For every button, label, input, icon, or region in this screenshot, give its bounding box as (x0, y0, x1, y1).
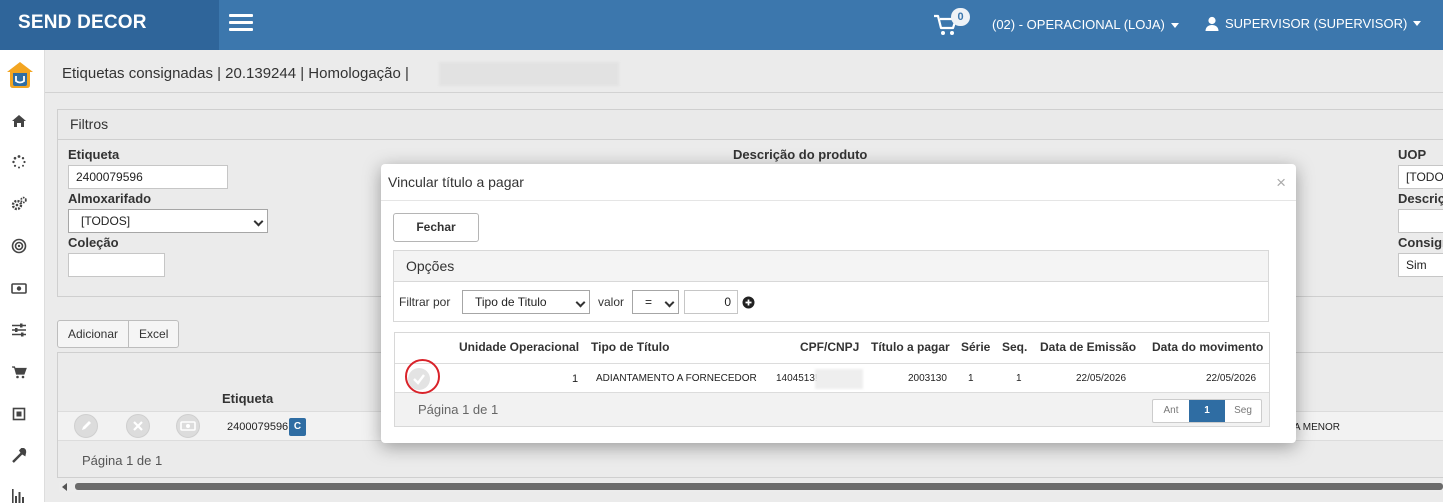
almoxarifado-select[interactable]: [TODOS] (68, 209, 268, 233)
filtrar-por-value: Tipo de Titulo (475, 295, 547, 309)
col-unidade-operacional: Unidade Operacional (459, 340, 580, 354)
col-cpf-cnpj: CPF/CNPJ (800, 340, 860, 354)
adicionar-button[interactable]: Adicionar (58, 321, 128, 347)
consignado-select[interactable]: Sim (1398, 253, 1443, 277)
add-filter-icon[interactable] (742, 296, 755, 309)
chevron-down-icon (664, 297, 675, 308)
valor-label: valor (598, 295, 625, 309)
shopping-cart-icon[interactable] (11, 364, 27, 380)
cell-cpf: 1404513! (776, 373, 818, 384)
page-title: Etiquetas consignadas | 20.139244 | Homo… (62, 65, 409, 82)
operational-unit-dropdown[interactable]: (02) - OPERACIONAL (LOJA) (992, 17, 1179, 32)
cell-movimento: 22/05/2026 (1206, 373, 1257, 384)
almoxarifado-value: [TODOS] (81, 214, 131, 228)
user-dropdown[interactable]: SUPERVISOR (SUPERVISOR) (1205, 15, 1422, 32)
pager-prev-button[interactable]: Ant (1153, 400, 1189, 422)
options-panel: Opções Filtrar por Tipo de Titulo valor … (393, 250, 1269, 322)
modal-pagination-text: Página 1 de 1 (418, 402, 499, 417)
cart-count-badge: 0 (951, 8, 970, 26)
home-icon[interactable] (11, 113, 27, 129)
col-seq: Seq. (1002, 340, 1028, 354)
chevron-down-icon (253, 216, 264, 227)
col-data-emissao: Data de Emissão (1040, 340, 1137, 354)
colecao-input[interactable] (68, 253, 165, 277)
col-serie: Série (961, 340, 991, 354)
row-etiqueta: 2400079596 (227, 421, 289, 433)
cell-seq: 1 (1016, 373, 1022, 384)
descricao-produto-label: Descrição do produto (733, 147, 868, 162)
menu-toggle-icon[interactable] (229, 14, 253, 32)
gears-icon[interactable] (11, 196, 27, 212)
spinner-icon[interactable] (11, 154, 27, 170)
almoxarifado-label: Almoxarifado (68, 191, 152, 206)
chevron-down-icon (575, 297, 586, 308)
descricao-input[interactable] (1398, 209, 1443, 233)
target-icon[interactable] (11, 238, 27, 254)
filtrar-por-label: Filtrar por (399, 295, 451, 309)
operator-value: = (645, 295, 653, 309)
consignado-label: Consigr (1398, 235, 1443, 250)
cell-tipo: ADIANTAMENTO A FORNECEDOR (596, 373, 757, 384)
etiqueta-input[interactable]: 2400079596 (68, 165, 228, 189)
top-navbar: SEND DECOR 0 (02) - OPERACIONAL (LOJA) S… (0, 0, 1443, 50)
chevron-down-icon (1170, 23, 1179, 29)
sidebar (0, 50, 45, 503)
operator-select[interactable]: = (632, 290, 679, 314)
descricao-label: Descriç (1398, 191, 1443, 206)
close-icon[interactable]: × (1276, 173, 1286, 193)
colecao-label: Coleção (68, 235, 119, 250)
consignado-badge[interactable]: C (289, 418, 306, 436)
resize-frame-icon[interactable] (11, 406, 27, 422)
operational-unit-label: (02) - OPERACIONAL (LOJA) (992, 17, 1165, 32)
etiqueta-label: Etiqueta (68, 147, 120, 162)
delete-button[interactable] (126, 414, 150, 438)
modal-title: Vincular título a pagar (381, 164, 1296, 201)
redacted-area (439, 62, 619, 86)
table-footer: Página 1 de 1 Ant 1 Seg (395, 393, 1269, 426)
action-button-group: Adicionar Excel (57, 320, 180, 348)
filtrar-por-select[interactable]: Tipo de Titulo (462, 290, 590, 314)
user-icon (1205, 16, 1219, 32)
sliders-icon[interactable] (11, 322, 27, 338)
vincular-titulo-modal: Vincular título a pagar × Fechar Opções … (381, 164, 1296, 443)
money-icon[interactable] (11, 280, 27, 296)
scroll-left-icon[interactable] (62, 483, 67, 491)
cell-emissao: 22/05/2026 (1076, 373, 1127, 384)
excel-button[interactable]: Excel (128, 321, 178, 347)
col-titulo-pagar: Título a pagar (871, 340, 950, 354)
filters-header: Filtros (58, 110, 1443, 140)
pager-next-button[interactable]: Seg (1225, 400, 1261, 422)
uop-label: UOP (1398, 147, 1427, 162)
view-button[interactable] (176, 414, 200, 438)
etiqueta-column-header: Etiqueta (222, 391, 274, 406)
brand-logo-text[interactable]: SEND DECOR (0, 0, 219, 50)
titles-table: Unidade Operacional Tipo de Título CPF/C… (394, 332, 1270, 427)
cell-unidade: 1 (572, 373, 579, 385)
pager: Ant 1 Seg (1152, 399, 1262, 423)
uop-select[interactable]: [TODO (1398, 165, 1443, 189)
wrench-icon[interactable] (11, 448, 27, 464)
redacted-area (815, 369, 863, 389)
col-tipo-titulo: Tipo de Título (591, 340, 670, 354)
cell-serie: 1 (968, 373, 974, 384)
valor-input[interactable]: 0 (684, 290, 738, 314)
col-data-movimento: Data do movimento (1152, 340, 1264, 354)
pencil-icon (82, 421, 91, 430)
fechar-button[interactable]: Fechar (393, 213, 479, 242)
highlight-ring (405, 359, 440, 394)
scrollbar-thumb[interactable] (75, 483, 1443, 490)
user-label: SUPERVISOR (SUPERVISOR) (1225, 16, 1408, 32)
pager-page-1[interactable]: 1 (1189, 400, 1225, 422)
money-icon (180, 421, 196, 431)
edit-button[interactable] (74, 414, 98, 438)
grid-pagination-text: Página 1 de 1 (82, 453, 163, 468)
app-logo-icon[interactable] (6, 61, 34, 89)
chevron-down-icon (1413, 21, 1422, 27)
options-header: Opções (394, 251, 1268, 282)
horizontal-scrollbar[interactable] (59, 482, 1443, 492)
page-header: Etiquetas consignadas | 20.139244 | Homo… (45, 50, 1443, 93)
table-row[interactable]: 1 ADIANTAMENTO A FORNECEDOR 1404513! 200… (395, 363, 1269, 393)
cell-titulo: 2003130 (908, 373, 947, 384)
close-icon (133, 421, 143, 431)
